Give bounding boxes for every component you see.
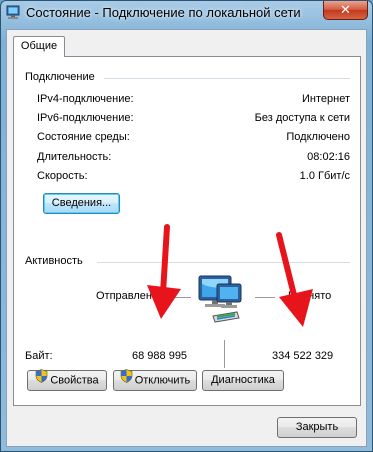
network-icon <box>5 5 21 20</box>
bytes-received-value: 334 522 329 <box>272 350 334 362</box>
cable-line <box>224 340 225 368</box>
ipv4-value: Интернет <box>302 93 350 105</box>
window-title: Состояние - Подключение по локальной сет… <box>26 5 301 20</box>
connection-group-heading: Подключение <box>25 71 99 83</box>
details-button[interactable]: Сведения... <box>43 193 120 214</box>
properties-button[interactable]: Свойства <box>27 369 107 391</box>
duration-label: Длительность: <box>37 151 112 163</box>
duration-value: 08:02:16 <box>307 151 350 163</box>
network-activity-icon <box>195 272 253 335</box>
tab-general[interactable]: Общие <box>13 36 65 57</box>
ipv6-value: Без доступа к сети <box>254 112 350 124</box>
properties-button-label: Свойства <box>50 374 99 387</box>
title-bar[interactable]: Состояние - Подключение по локальной сет… <box>1 1 372 25</box>
uac-shield-icon <box>120 369 133 390</box>
media-state-label: Состояние среды: <box>37 131 130 143</box>
bytes-label: Байт: <box>25 350 53 362</box>
speed-value: 1.0 Гбит/с <box>299 170 350 182</box>
ipv4-label: IPv4-подключение: <box>37 93 134 105</box>
annotation-arrow-sent <box>147 224 181 319</box>
connection-group-divider <box>104 78 350 79</box>
bytes-sent-value: 68 988 995 <box>132 350 188 362</box>
dialog-window: Состояние - Подключение по локальной сет… <box>0 0 373 452</box>
diagnose-button[interactable]: Диагностика <box>202 370 284 391</box>
close-button[interactable]: Закрыть <box>277 417 357 438</box>
annotation-arrow-received <box>276 232 313 327</box>
disable-button-label: Отключить <box>134 374 191 387</box>
disable-button[interactable]: Отключить <box>113 369 197 391</box>
speed-label: Скорость: <box>37 170 88 182</box>
ipv6-label: IPv6-подключение: <box>37 112 134 124</box>
media-state-value: Подключено <box>286 131 350 143</box>
window-close-button[interactable]: ✕ <box>323 1 368 20</box>
activity-group-heading: Активность <box>25 255 87 267</box>
uac-shield-icon <box>35 369 48 390</box>
